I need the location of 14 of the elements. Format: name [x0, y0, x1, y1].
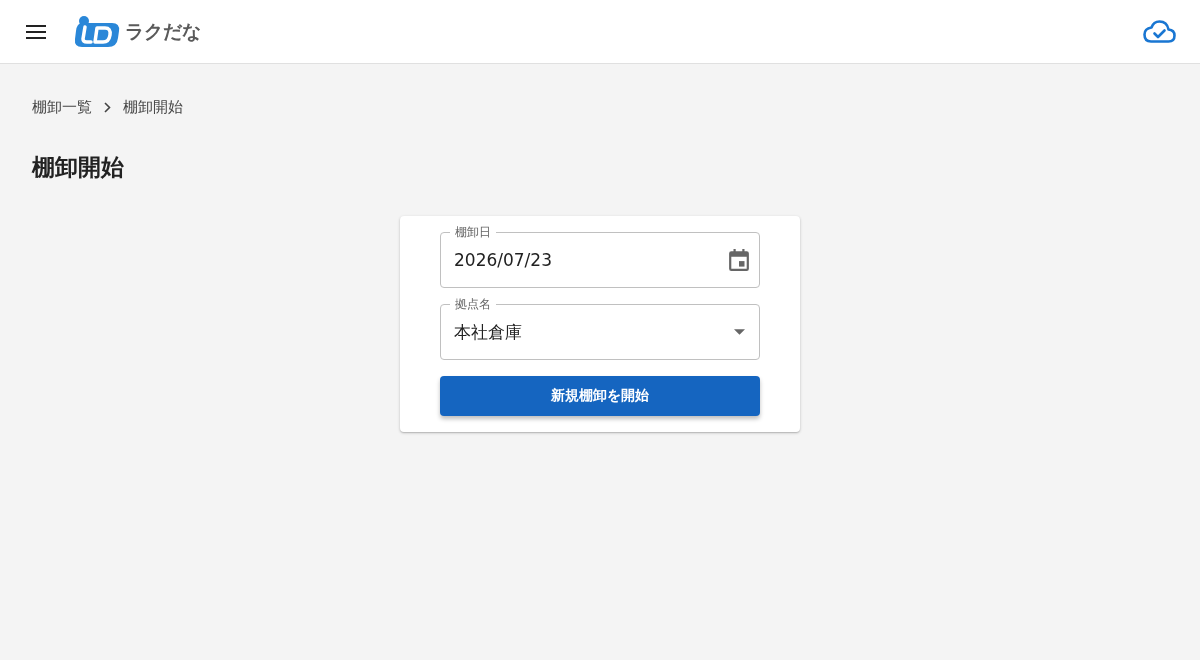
- field-label: 棚卸日: [450, 225, 496, 239]
- calendar-icon[interactable]: [729, 249, 749, 271]
- brand-name: ラクだな: [125, 18, 201, 44]
- page-title: 棚卸開始: [32, 153, 124, 182]
- breadcrumb-current: 棚卸開始: [123, 97, 183, 117]
- menu-icon: [26, 24, 46, 39]
- start-button[interactable]: 新規棚卸を開始: [440, 376, 760, 416]
- breadcrumb-link[interactable]: 棚卸一覧: [32, 97, 92, 117]
- field-label: 拠点名: [450, 297, 496, 311]
- menu-button[interactable]: [26, 24, 46, 39]
- chevron-right-icon: [104, 101, 111, 113]
- logo-icon: [74, 16, 120, 47]
- caret-down-icon: [733, 329, 745, 335]
- cloud-check-icon: [1143, 20, 1176, 43]
